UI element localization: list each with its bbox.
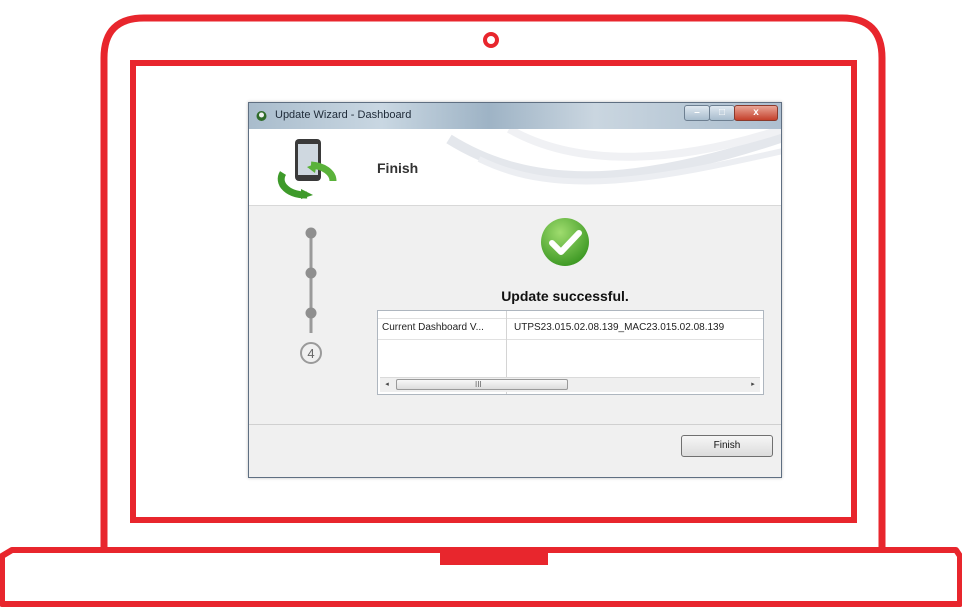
wizard-header: Finish	[249, 129, 781, 206]
wizard-step-indicator: 4	[300, 227, 322, 364]
page-title: Finish	[377, 160, 419, 176]
minimize-icon: –	[694, 107, 700, 118]
step-dot-3	[305, 307, 317, 319]
details-value-cell: UTPS23.015.02.08.139_MAC23.015.02.08.139	[514, 322, 725, 333]
laptop-hinge-notch	[440, 553, 548, 565]
scrollbar-grip-icon: III	[475, 380, 482, 389]
step-dot-2	[305, 267, 317, 279]
close-button[interactable]: x	[734, 105, 778, 121]
webcam-icon	[483, 32, 499, 48]
details-name-cell: Current Dashboard V...	[382, 322, 484, 333]
window-title: Update Wizard - Dashboard	[275, 109, 412, 121]
window-titlebar[interactable]: Update Wizard - Dashboard – □ x	[249, 103, 781, 129]
scroll-right-icon[interactable]: ▸	[746, 378, 760, 392]
list-item[interactable]: Current Dashboard V... UTPS23.015.02.08.…	[378, 318, 763, 340]
app-icon	[256, 111, 267, 121]
horizontal-scrollbar[interactable]: ◂ III ▸	[380, 377, 760, 392]
details-list[interactable]: Current Dashboard V... UTPS23.015.02.08.…	[377, 310, 764, 395]
check-circle-icon	[541, 218, 589, 266]
phone-sync-icon	[277, 139, 337, 199]
maximize-icon: □	[718, 107, 726, 118]
update-status-message: Update successful.	[501, 288, 629, 304]
close-icon: x	[753, 107, 759, 118]
finish-button[interactable]: Finish	[681, 435, 773, 457]
scroll-left-icon[interactable]: ◂	[380, 378, 394, 392]
step-current-number: 4	[307, 346, 314, 361]
minimize-button[interactable]: –	[684, 105, 710, 121]
scrollbar-thumb[interactable]: III	[396, 379, 568, 390]
step-dot-1	[305, 227, 317, 239]
update-wizard-window: Update Wizard - Dashboard – □ x Finish 4…	[248, 102, 782, 478]
maximize-button[interactable]: □	[709, 105, 735, 121]
